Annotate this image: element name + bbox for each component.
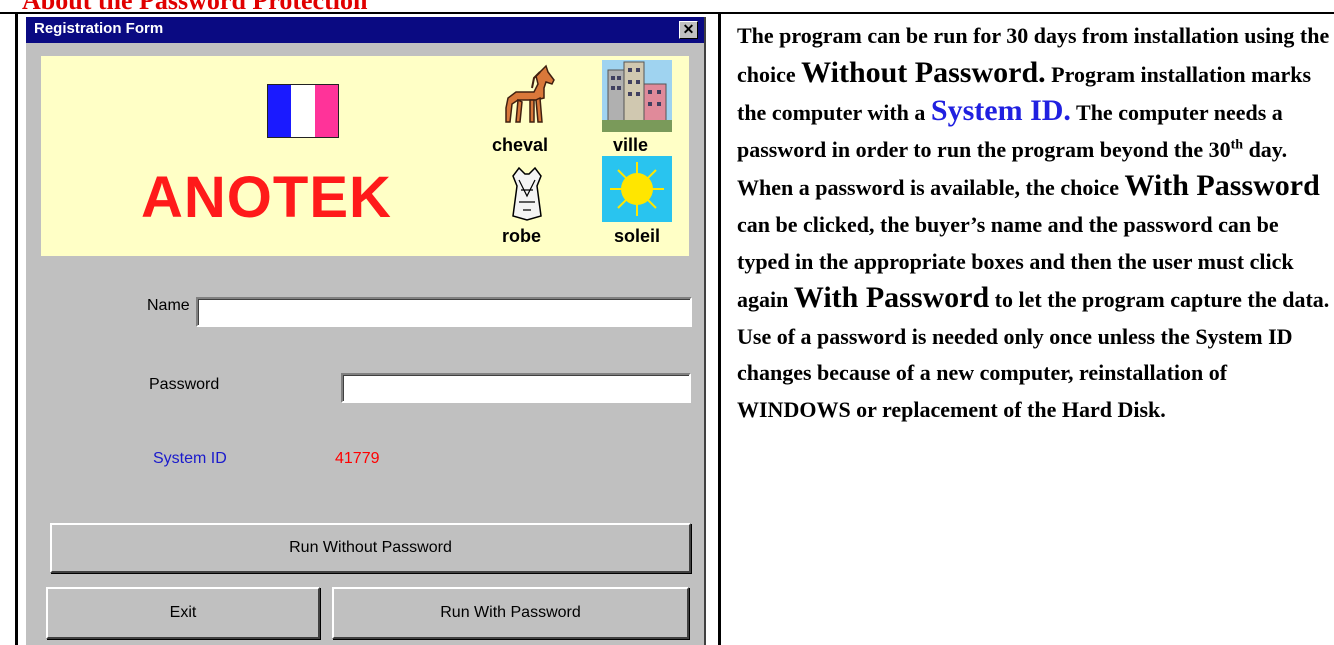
picture-label-soleil: soleil bbox=[614, 226, 661, 246]
exit-button[interactable]: Exit bbox=[46, 587, 320, 639]
picture-label-cheval: cheval bbox=[492, 135, 549, 155]
city-icon bbox=[602, 60, 672, 132]
password-field[interactable] bbox=[341, 373, 691, 403]
table-left-border bbox=[15, 13, 18, 645]
horse-icon bbox=[505, 64, 555, 123]
registration-window: Registration Form ✕ ANOTEK cheval ville … bbox=[26, 17, 706, 645]
password-label: Password bbox=[149, 376, 220, 393]
french-flag-icon bbox=[267, 84, 339, 138]
description-text: The program can be run for 30 days from … bbox=[737, 18, 1332, 429]
dress-icon bbox=[512, 166, 542, 221]
picture-label-ville: ville bbox=[613, 135, 649, 155]
system-id-label: System ID bbox=[153, 450, 227, 467]
table-middle-border bbox=[718, 13, 721, 645]
name-field[interactable] bbox=[196, 297, 692, 327]
brand-logo: ANOTEK bbox=[141, 165, 392, 230]
sun-icon bbox=[602, 156, 672, 222]
title-bar[interactable]: Registration Form ✕ bbox=[26, 17, 704, 43]
picture-label-robe: robe bbox=[502, 226, 542, 246]
system-id-term: System ID. bbox=[930, 94, 1071, 128]
without-password-term: Without Password. bbox=[801, 55, 1046, 89]
window-title: Registration Form bbox=[34, 20, 164, 37]
banner: ANOTEK cheval ville robe soleil bbox=[41, 56, 689, 256]
run-with-password-button[interactable]: Run With Password bbox=[332, 587, 689, 639]
system-id-value: 41779 bbox=[335, 450, 380, 467]
run-without-password-button[interactable]: Run Without Password bbox=[50, 523, 691, 573]
ordinal-suffix: th bbox=[1230, 137, 1244, 153]
with-password-term: With Password bbox=[1124, 169, 1320, 203]
with-password-term: With Password bbox=[793, 281, 990, 315]
table-top-border bbox=[0, 12, 1334, 14]
close-button[interactable]: ✕ bbox=[679, 21, 698, 39]
name-label: Name bbox=[147, 297, 190, 314]
